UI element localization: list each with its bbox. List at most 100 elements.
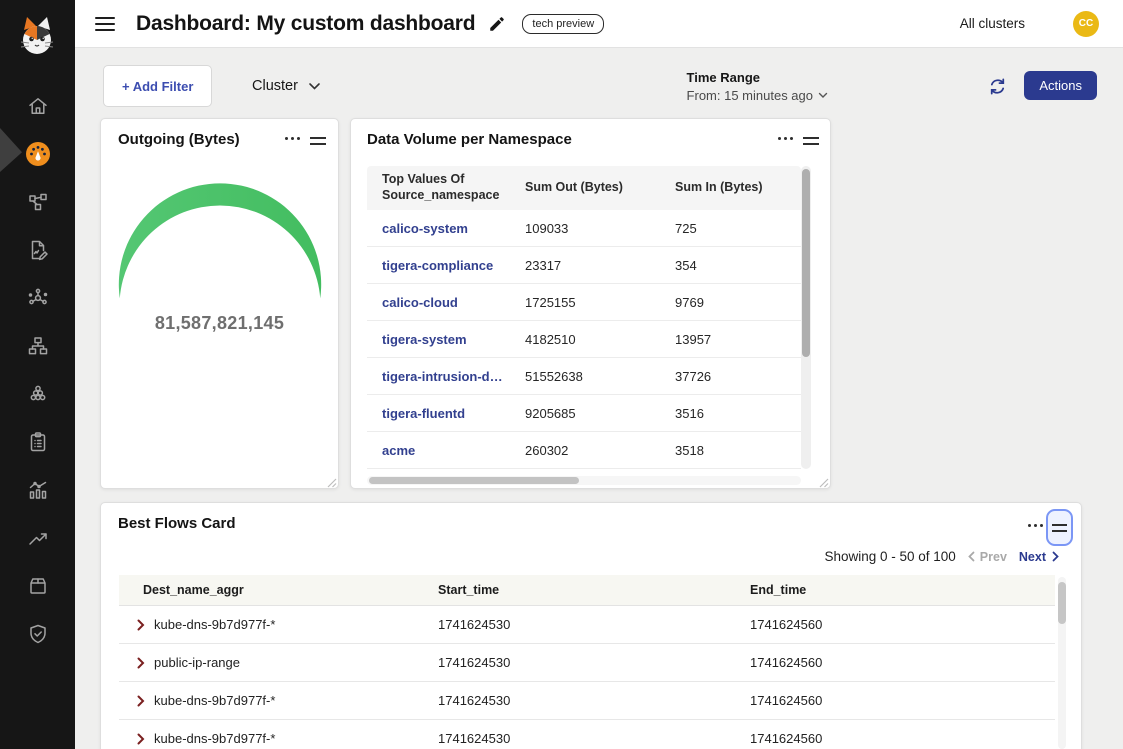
sum-in-value: 354: [675, 258, 801, 273]
compliance-icon: [26, 430, 50, 454]
start-time: 1741624530: [438, 693, 750, 708]
scrollbar-thumb[interactable]: [369, 477, 579, 484]
add-filter-button[interactable]: + Add Filter: [103, 65, 212, 107]
card-drag-handle-icon[interactable]: [306, 133, 330, 149]
sum-out-value: 23317: [525, 258, 675, 273]
sidebar-item-policies[interactable]: [0, 226, 75, 274]
sidebar-item-dashboard[interactable]: [0, 130, 75, 178]
table-row: tigera-system 4182510 13957: [367, 321, 801, 358]
table-row: public-ip-range 1741624530 1741624560: [119, 644, 1055, 682]
card-menu-icon[interactable]: [774, 133, 797, 144]
sidebar-item-image-assurance[interactable]: [0, 562, 75, 610]
sidebar-item-endpoints[interactable]: [0, 322, 75, 370]
sum-in-value: 37726: [675, 369, 801, 384]
policies-icon: [26, 238, 50, 262]
top-header: Dashboard: My custom dashboard tech prev…: [75, 0, 1123, 48]
sidebar-item-home[interactable]: [0, 82, 75, 130]
column-header: Sum Out (Bytes): [525, 180, 675, 196]
table-row: tigera-fluentd 9205685 3516: [367, 395, 801, 432]
sidebar-item-service-graph[interactable]: [0, 178, 75, 226]
namespace-link[interactable]: tigera-compliance: [382, 258, 525, 273]
refresh-button[interactable]: [987, 76, 1008, 97]
user-avatar[interactable]: CC: [1073, 11, 1099, 37]
sum-in-value: 3518: [675, 443, 801, 458]
edit-dashboard-icon[interactable]: [488, 15, 506, 33]
sidebar-item-compliance[interactable]: [0, 418, 75, 466]
sum-in-value: 3516: [675, 406, 801, 421]
gauge-value: 81,587,821,145: [101, 313, 338, 334]
column-header: Top Values Of Source_namespace: [367, 172, 525, 203]
column-header: Sum In (Bytes): [675, 180, 801, 196]
actions-button[interactable]: Actions: [1024, 71, 1097, 100]
cluster-filter-dropdown[interactable]: Cluster: [240, 65, 333, 107]
expand-row-icon[interactable]: [137, 733, 145, 745]
calico-cat-logo[interactable]: [15, 14, 59, 62]
sum-out-value: 109033: [525, 221, 675, 236]
card-drag-handle-selected[interactable]: [1046, 509, 1073, 546]
vertical-scrollbar: [801, 166, 811, 469]
refresh-icon: [987, 76, 1008, 97]
sidebar-item-clusters[interactable]: [0, 370, 75, 418]
expand-row-icon[interactable]: [137, 657, 145, 669]
sidebar-item-threats[interactable]: [0, 514, 75, 562]
namespace-link[interactable]: acme: [382, 443, 525, 458]
sidebar-item-nodes[interactable]: [0, 274, 75, 322]
cluster-selector[interactable]: All clusters: [960, 16, 1025, 31]
expand-row-icon[interactable]: [137, 695, 145, 707]
table-row: calico-system 109033 725: [367, 210, 801, 247]
table-row: kube-dns-9b7d977f-* 1741624530 174162456…: [119, 720, 1055, 749]
end-time: 1741624560: [750, 617, 1055, 632]
data-volume-table: Top Values Of Source_namespace Sum Out (…: [367, 166, 801, 469]
home-icon: [26, 94, 50, 118]
table-row: kube-dns-9b7d977f-* 1741624530 174162456…: [119, 682, 1055, 720]
column-header: Dest_name_aggr: [119, 583, 438, 597]
service-graph-icon: [26, 190, 50, 214]
threats-icon: [26, 526, 50, 550]
gauge-chart: [115, 181, 325, 307]
scrollbar-thumb[interactable]: [1058, 582, 1066, 624]
sum-out-value: 51552638: [525, 369, 675, 384]
start-time: 1741624530: [438, 617, 750, 632]
hamburger-menu-icon[interactable]: [95, 17, 115, 31]
best-flows-card: Best Flows Card Showing 0 - 50 of 100 Pr…: [100, 502, 1082, 749]
activity-icon: [26, 478, 50, 502]
namespace-link[interactable]: calico-system: [382, 221, 525, 236]
tech-preview-badge: tech preview: [522, 14, 604, 34]
time-range-value: From: 15 minutes ago: [687, 88, 813, 103]
pagination-status: Showing 0 - 50 of 100: [824, 549, 955, 564]
sum-out-value: 4182510: [525, 332, 675, 347]
expand-row-icon[interactable]: [137, 619, 145, 631]
card-resize-handle[interactable]: [819, 478, 829, 488]
next-page-button[interactable]: Next: [1019, 550, 1059, 564]
sidebar-item-security[interactable]: [0, 610, 75, 658]
chevron-left-icon: [968, 551, 975, 562]
scrollbar-thumb[interactable]: [802, 169, 810, 357]
namespace-link[interactable]: tigera-system: [382, 332, 525, 347]
prev-page-button[interactable]: Prev: [968, 550, 1007, 564]
namespace-link[interactable]: tigera-fluentd: [382, 406, 525, 421]
card-drag-handle-icon[interactable]: [799, 133, 823, 149]
chevron-down-icon: [308, 82, 321, 91]
card-title: Best Flows Card: [118, 515, 236, 532]
chevron-right-icon: [1052, 551, 1059, 562]
time-range-label: Time Range: [687, 70, 828, 85]
end-time: 1741624560: [750, 731, 1055, 746]
sum-in-value: 9769: [675, 295, 801, 310]
horizontal-scrollbar: [367, 476, 801, 485]
security-icon: [26, 622, 50, 646]
dest-name: kube-dns-9b7d977f-*: [154, 693, 275, 708]
namespace-link[interactable]: calico-cloud: [382, 295, 525, 310]
nodes-icon: [26, 286, 50, 310]
card-menu-icon[interactable]: [281, 133, 304, 144]
sidebar: [0, 0, 75, 749]
namespace-link[interactable]: tigera-intrusion-d…: [382, 369, 525, 384]
end-time: 1741624560: [750, 693, 1055, 708]
filter-bar: + Add Filter Cluster Time Range From: 15…: [75, 48, 1123, 118]
gauge-arc: [119, 183, 321, 298]
sidebar-item-activity[interactable]: [0, 466, 75, 514]
card-menu-icon[interactable]: [1024, 520, 1047, 531]
card-resize-handle[interactable]: [327, 478, 337, 488]
table-header-row: Dest_name_aggr Start_time End_time: [119, 575, 1055, 606]
vertical-scrollbar: [1058, 577, 1066, 749]
time-range-value-dropdown[interactable]: From: 15 minutes ago: [687, 88, 828, 103]
